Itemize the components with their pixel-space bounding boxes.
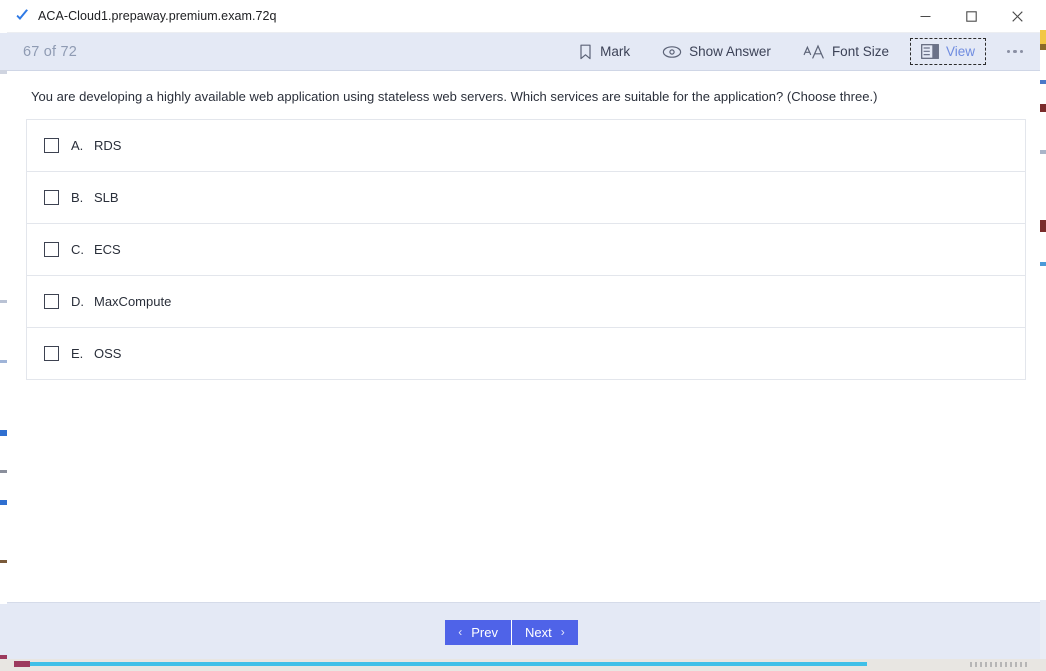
navigation-footer: ‹ Prev Next › [7,602,1040,659]
more-dot [1013,49,1017,54]
checkbox-option-e[interactable] [44,345,59,361]
window-controls [902,0,1040,32]
checkbox-option-c[interactable] [44,241,59,257]
font-size-label: Font Size [831,44,889,59]
maximize-button[interactable] [948,0,994,32]
checkbox-option-b[interactable] [44,189,59,205]
window-title: ACA-Cloud1.prepaway.premium.exam.72q [38,9,277,23]
prev-button[interactable]: ‹ Prev [445,619,512,645]
layout-panel-icon [921,44,939,59]
more-dot [1006,49,1011,54]
next-label: Next [525,624,552,640]
minimize-button[interactable] [902,0,948,32]
question-counter: 67 of 72 [23,43,78,60]
option-label-d: MaxCompute [94,293,172,309]
background-window-right-edge [1040,0,1046,671]
mark-label: Mark [600,44,631,59]
checkbox-option-a[interactable] [44,137,59,153]
show-answer-label: Show Answer [689,44,771,59]
background-window-left-edge [0,0,7,671]
option-row-a[interactable]: A. RDS [26,118,1026,171]
option-row-c[interactable]: C. ECS [26,222,1026,275]
option-label-c: ECS [94,241,121,257]
more-dot [1019,49,1024,54]
option-row-d[interactable]: D. MaxCompute [26,274,1026,327]
show-answer-button[interactable]: Show Answer [653,40,780,63]
background-taskbar-strip [0,659,1046,671]
font-size-icon [803,43,825,60]
close-button[interactable] [994,0,1040,32]
option-label-e: OSS [94,345,122,361]
mark-button[interactable]: Mark [569,40,639,64]
toolbar-actions: Mark Show Answer Font Size View [562,33,1032,70]
option-letter-b: B. [71,189,84,205]
blue-check-icon [13,7,31,25]
question-text: You are developing a highly available we… [31,89,878,104]
checkbox-option-d[interactable] [44,293,59,309]
title-bar: ACA-Cloud1.prepaway.premium.exam.72q [7,0,1040,33]
view-label: View [945,44,975,59]
exam-toolbar: 67 of 72 Mark Show Answer Font Size View [7,33,1040,71]
option-label-b: SLB [94,189,119,205]
chevron-right-icon: › [560,625,565,639]
question-content-area: You are developing a highly available we… [7,71,1040,602]
option-label-a: RDS [94,137,122,153]
option-letter-a: A. [71,137,84,153]
navigation-buttons: ‹ Prev Next › [445,619,578,645]
chevron-left-icon: ‹ [458,625,463,639]
option-row-e[interactable]: E. OSS [26,326,1026,380]
background-dotted-bar [970,662,1030,667]
option-letter-d: D. [71,293,84,309]
prev-label: Prev [471,624,498,640]
option-letter-c: C. [71,241,84,257]
eye-icon [662,45,682,59]
bookmark-icon [578,44,593,60]
option-letter-e: E. [71,345,84,361]
next-button[interactable]: Next › [512,619,578,645]
answer-options-list: A. RDS B. SLB C. ECS D. MaxCompute E. OS… [26,118,1026,380]
option-row-b[interactable]: B. SLB [26,170,1026,223]
view-button[interactable]: View [909,38,987,65]
exam-application-window: ACA-Cloud1.prepaway.premium.exam.72q 67 … [7,0,1040,659]
more-options-icon[interactable] [998,37,1032,67]
background-cyan-bar [22,662,867,666]
background-magenta-bar [14,661,30,667]
font-size-button[interactable]: Font Size [794,40,898,64]
